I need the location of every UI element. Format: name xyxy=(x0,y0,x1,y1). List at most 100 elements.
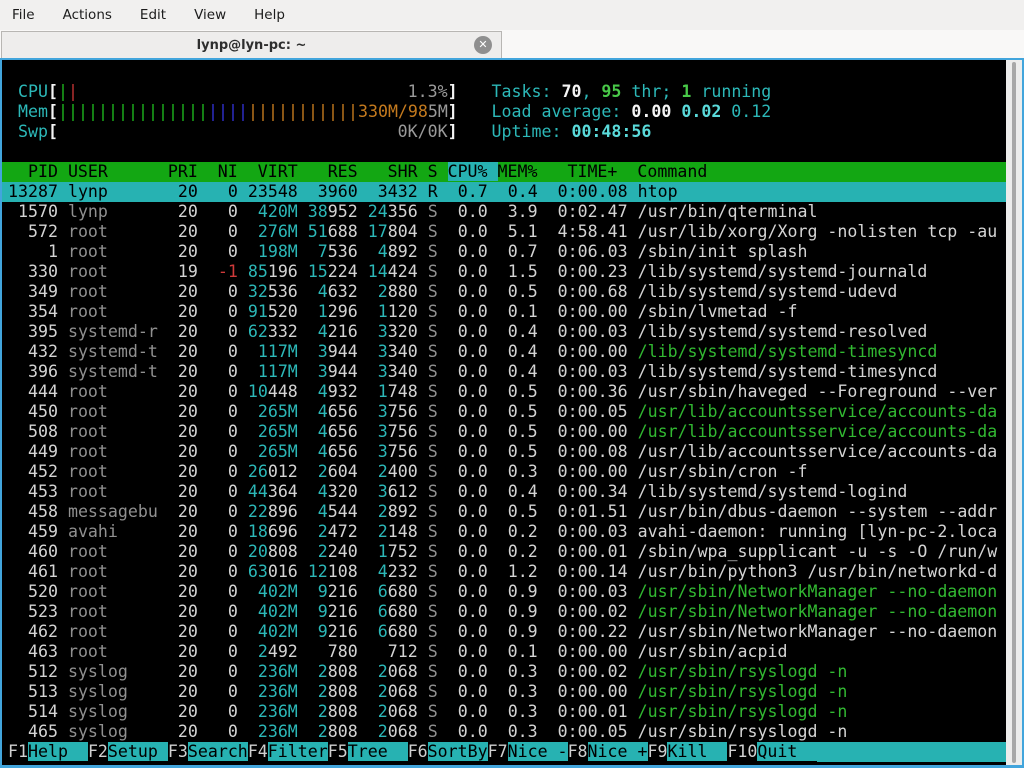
process-row[interactable]: 523 root 20 0 402M 9216 6680 S 0.0 0.9 0… xyxy=(2,602,1006,622)
menu-item-file[interactable]: File xyxy=(12,7,35,23)
process-row[interactable]: 514 syslog 20 0 236M 2808 2068 S 0.0 0.3… xyxy=(2,702,1006,722)
process-row[interactable]: 460 root 20 0 20808 2240 1752 S 0.0 0.2 … xyxy=(2,542,1006,562)
blank-line xyxy=(2,62,1006,82)
mem-meter-tick-orange: | xyxy=(348,102,358,122)
sep xyxy=(298,542,308,561)
mem-value: 265M xyxy=(248,442,298,461)
ni-cell: 0 xyxy=(208,542,238,561)
ni-cell: 0 xyxy=(208,462,238,481)
system-info: Tasks: 70, 95 thr; 1 runningLoad average… xyxy=(492,82,772,142)
process-row[interactable]: 449 root 20 0 265M 4656 3756 S 0.0 0.5 0… xyxy=(2,442,1006,462)
state-cell: S xyxy=(428,342,438,361)
pid-cell: 354 xyxy=(8,302,58,321)
sep xyxy=(198,402,208,421)
column-header-right: MEM% TIME+ Command xyxy=(498,162,708,181)
sep xyxy=(418,282,428,301)
mem-value: 952 xyxy=(328,202,358,221)
scrollbar[interactable] xyxy=(1006,60,1022,765)
fkey-label: Search xyxy=(188,742,248,761)
sep xyxy=(628,702,638,721)
process-row[interactable]: 453 root 20 0 44364 4320 3612 S 0.0 0.4 … xyxy=(2,482,1006,502)
process-row[interactable]: 459 avahi 20 0 18696 2472 2148 S 0.0 0.2… xyxy=(2,522,1006,542)
cpu-pct-cell: 0.0 xyxy=(448,562,488,581)
pid-cell: 520 xyxy=(8,582,58,601)
fkey-f4[interactable]: F4Filter xyxy=(248,742,328,762)
ni-cell: 0 xyxy=(208,682,238,701)
process-row[interactable]: 452 root 20 0 26012 2604 2400 S 0.0 0.3 … xyxy=(2,462,1006,482)
process-row[interactable]: 349 root 20 0 32536 4632 2880 S 0.0 0.5 … xyxy=(2,282,1006,302)
fkey-f1[interactable]: F1Help xyxy=(8,742,88,762)
close-icon[interactable]: ✕ xyxy=(474,36,492,54)
fkey-label: Tree xyxy=(348,742,408,761)
sep xyxy=(438,302,448,321)
process-row[interactable]: 458 messagebu 20 0 22896 4544 2892 S 0.0… xyxy=(2,502,1006,522)
fkey-f3[interactable]: F3Search xyxy=(168,742,248,762)
mem-value: 420M xyxy=(248,202,298,221)
menu-item-edit[interactable]: Edit xyxy=(140,7,166,23)
process-row[interactable]: 1570 lynp 20 0 420M 38952 24356 S 0.0 3.… xyxy=(2,202,1006,222)
mem-meter-tick-orange: | xyxy=(308,102,318,122)
menu-item-view[interactable]: View xyxy=(194,7,226,23)
fkey-f5[interactable]: F5Tree xyxy=(328,742,408,762)
process-row[interactable]: 465 syslog 20 0 236M 2808 2068 S 0.0 0.3… xyxy=(2,722,1006,742)
process-row[interactable]: 520 root 20 0 402M 9216 6680 S 0.0 0.9 0… xyxy=(2,582,1006,602)
process-row[interactable]: 13287 lynp 20 0 23548 3960 3432 R 0.7 0.… xyxy=(2,182,1006,202)
state-cell: S xyxy=(428,542,438,561)
process-row[interactable]: 513 syslog 20 0 236M 2808 2068 S 0.0 0.3… xyxy=(2,682,1006,702)
time-cell: 0:00.03 xyxy=(548,582,628,601)
column-headers[interactable]: PID USER PRI NI VIRT RES SHR S CPU% MEM%… xyxy=(2,162,1006,182)
scrollbar-thumb[interactable] xyxy=(1012,62,1016,763)
process-row[interactable]: 444 root 20 0 10448 4932 1748 S 0.0 0.5 … xyxy=(2,382,1006,402)
fkey-f2[interactable]: F2Setup xyxy=(88,742,168,762)
sep xyxy=(358,242,368,261)
sep xyxy=(628,542,638,561)
process-row[interactable]: 463 root 20 0 2492 780 712 S 0.0 0.1 0:0… xyxy=(2,642,1006,662)
process-row[interactable]: 461 root 20 0 63016 12108 4232 S 0.0 1.2… xyxy=(2,562,1006,582)
mem-value: 216 xyxy=(328,322,358,341)
mem-meter-tick-green: | xyxy=(168,102,178,122)
terminal-screen[interactable]: CPU[||1.3%] Mem[||||||||||||||||||||||||… xyxy=(2,60,1006,765)
process-row[interactable]: 395 systemd-r 20 0 62332 4216 3320 S 0.0… xyxy=(2,322,1006,342)
menu-item-help[interactable]: Help xyxy=(254,7,285,23)
process-row[interactable]: 572 root 20 0 276M 51688 17804 S 0.0 5.1… xyxy=(2,222,1006,242)
process-row[interactable]: 462 root 20 0 402M 9216 6680 S 0.0 0.9 0… xyxy=(2,622,1006,642)
time-cell: 0:06.03 xyxy=(548,242,628,261)
sep xyxy=(488,422,498,441)
sep xyxy=(158,502,168,521)
process-row[interactable]: 508 root 20 0 265M 4656 3756 S 0.0 0.5 0… xyxy=(2,422,1006,442)
mem-meter-tick-orange: | xyxy=(338,102,348,122)
menu-item-actions[interactable]: Actions xyxy=(63,7,112,23)
terminal-tab[interactable]: lynp@lyn-pc: ~ ✕ xyxy=(1,31,502,58)
process-row[interactable]: 432 systemd-t 20 0 117M 3944 3340 S 0.0 … xyxy=(2,342,1006,362)
swp-meter-label: Swp xyxy=(8,122,48,141)
sep xyxy=(628,682,638,701)
sep xyxy=(438,582,448,601)
fkey-f7[interactable]: F7Nice - xyxy=(488,742,568,762)
process-row[interactable]: 450 root 20 0 265M 4656 3756 S 0.0 0.5 0… xyxy=(2,402,1006,422)
sep xyxy=(238,622,248,641)
mem-value-prefix: 4 xyxy=(368,242,388,261)
sep xyxy=(418,522,428,541)
cpu-meter: CPU[||1.3%] xyxy=(2,82,452,102)
command-cell: /usr/lib/accountsservice/accounts-da xyxy=(638,402,998,421)
process-row[interactable]: 396 systemd-t 20 0 117M 3944 3340 S 0.0 … xyxy=(2,362,1006,382)
fkey-f10[interactable]: F10Quit xyxy=(727,742,817,762)
mem-value: 808 xyxy=(328,702,358,721)
sep xyxy=(358,602,368,621)
sep xyxy=(358,222,368,241)
process-row[interactable]: 330 root 19 -1 85196 15224 14424 S 0.0 1… xyxy=(2,262,1006,282)
sep xyxy=(538,322,548,341)
fkey-f8[interactable]: F8Nice + xyxy=(568,742,648,762)
uptime-line-part: 00:48:56 xyxy=(571,122,651,141)
process-row[interactable]: 354 root 20 0 91520 1296 1120 S 0.0 0.1 … xyxy=(2,302,1006,322)
process-row[interactable]: 1 root 20 0 198M 7536 4892 S 0.0 0.7 0:0… xyxy=(2,242,1006,262)
fkey-f6[interactable]: F6SortBy xyxy=(408,742,488,762)
state-cell: S xyxy=(428,462,438,481)
mem-pct-cell: 1.5 xyxy=(498,262,538,281)
ni-cell: 0 xyxy=(208,222,238,241)
sort-column-header-cpu[interactable]: CPU% xyxy=(448,162,498,181)
sep xyxy=(628,522,638,541)
process-row[interactable]: 512 syslog 20 0 236M 2808 2068 S 0.0 0.3… xyxy=(2,662,1006,682)
fkey-f9[interactable]: F9Kill xyxy=(648,742,728,762)
sep xyxy=(488,222,498,241)
